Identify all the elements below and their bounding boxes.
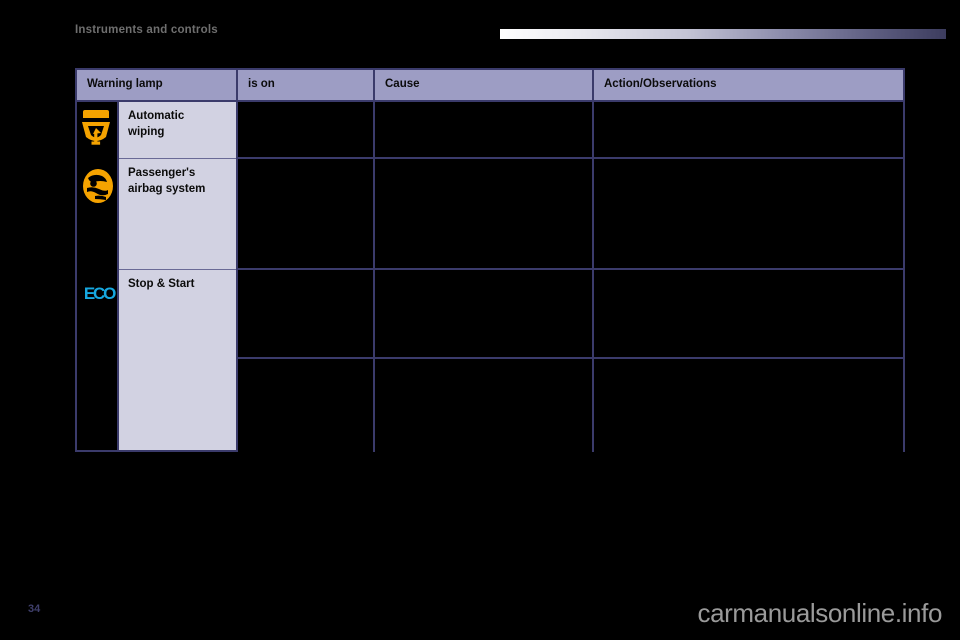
site-watermark: carmanualsonline.info [697,598,942,628]
cell-cause [375,270,594,357]
warning-lamp-name-passenger-airbag: Passenger's airbag system [119,159,236,270]
page-section-title: Instruments and controls [75,24,218,36]
airbag-circle-shape [83,169,113,203]
lamp-label-line-1: Stop & Start [128,278,195,290]
lamp-label-line-1: Passenger's [128,167,196,179]
table-row [238,359,903,452]
eco-logo-text: ECO [83,284,116,303]
table-row: Passenger's airbag system [77,159,236,270]
cell-cause [375,359,594,452]
table-row: Automatic wiping [77,102,236,159]
warning-lamp-icon-cell [77,159,119,270]
passenger-airbag-lamp-icon [79,165,115,207]
table-row: ECO Stop & Start [77,270,236,450]
cell-cause [375,159,594,268]
cell-is-on [238,102,375,157]
table-row [238,159,903,270]
page-number: 34 [28,603,41,615]
cell-is-on [238,270,375,357]
table-body: Automatic wiping Passenger's airbag syst… [77,102,903,452]
warning-lamp-icon-cell [77,102,119,159]
column-header-action-observations: Action/Observations [594,70,903,102]
warning-lamp-name-stop-and-start: Stop & Start [119,270,236,450]
automatic-wiping-lamp-icon [79,108,115,150]
lamp-label-line-2: airbag system [128,182,206,195]
table-data-columns [238,102,903,452]
column-header-cause: Cause [375,70,594,102]
cell-action [594,270,903,357]
cell-action [594,102,903,157]
wiper-bar-shape [83,110,109,118]
cell-is-on [238,159,375,268]
warning-lamp-table: Warning lamp is on Cause Action/Observat… [75,68,905,452]
cell-cause [375,102,594,157]
column-header-warning-lamp: Warning lamp [77,70,238,102]
column-header-is-on: is on [238,70,375,102]
wiper-screen-shape [82,122,110,145]
table-row [238,270,903,359]
table-header-row: Warning lamp is on Cause Action/Observat… [77,70,903,102]
warning-lamp-column: Automatic wiping Passenger's airbag syst… [77,102,238,452]
cell-is-on [238,359,375,452]
lamp-label-line-2: wiping [128,125,165,138]
eco-stop-start-lamp-icon: ECO [79,276,116,318]
lamp-label-line-1: Automatic [128,110,185,122]
warning-lamp-icon-cell: ECO [77,270,119,450]
table-row [238,102,903,159]
header-gradient-rule [500,29,946,39]
warning-lamp-name-automatic-wiping: Automatic wiping [119,102,236,159]
cell-action [594,159,903,268]
cell-action [594,359,903,452]
